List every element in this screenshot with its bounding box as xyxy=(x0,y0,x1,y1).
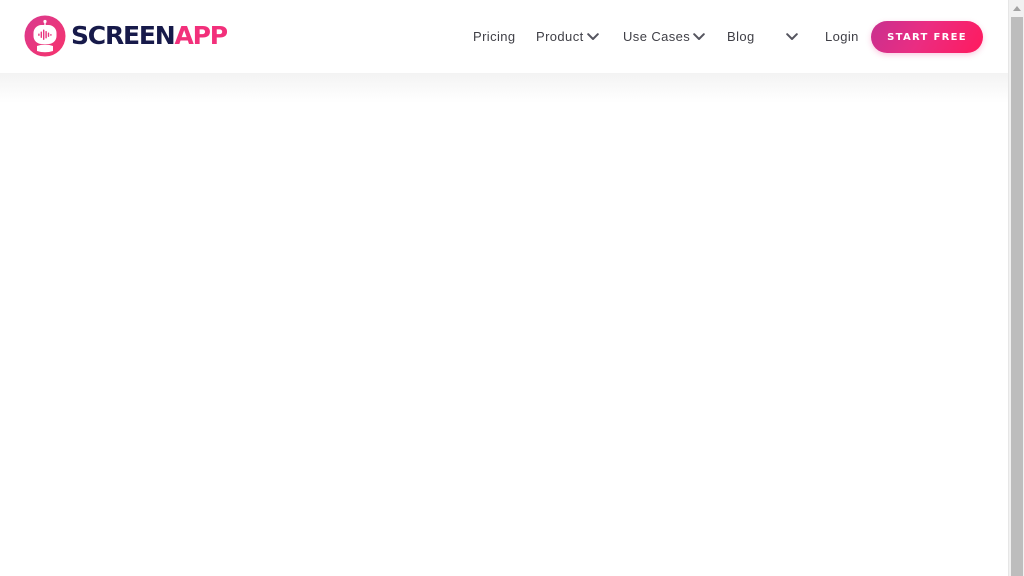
chevron-down-icon xyxy=(786,33,798,41)
vertical-scrollbar[interactable] xyxy=(1008,0,1024,576)
logo-link[interactable]: SCREENAPP xyxy=(24,15,228,57)
logo-word-screen: SCREEN xyxy=(71,21,176,50)
nav-use-cases-label: Use Cases xyxy=(623,29,691,44)
scroll-up-arrow-icon[interactable] xyxy=(1009,0,1024,16)
nav-use-cases[interactable]: Use Cases xyxy=(623,29,705,45)
nav-pricing-label: Pricing xyxy=(473,29,516,44)
logo-wordmark: SCREENAPP xyxy=(71,15,228,57)
nav-product-label: Product xyxy=(536,29,584,44)
nav-pricing[interactable]: Pricing xyxy=(473,29,516,45)
start-free-button[interactable]: START FREE xyxy=(871,21,983,53)
nav-blog-label: Blog xyxy=(727,29,755,44)
screenapp-robot-icon xyxy=(24,15,66,57)
nav-blog[interactable]: Blog xyxy=(727,29,755,45)
logo-word-app: APP xyxy=(174,21,228,50)
nav-login-label: Login xyxy=(825,29,859,44)
header-shadow xyxy=(0,73,1008,103)
site-header: SCREENAPP Pricing Product Use Cases Blog xyxy=(0,0,1008,73)
scrollbar-thumb[interactable] xyxy=(1011,17,1023,576)
page-viewport: SCREENAPP Pricing Product Use Cases Blog xyxy=(0,0,1008,576)
chevron-down-icon xyxy=(586,33,599,41)
chevron-down-icon xyxy=(693,33,705,41)
nav-more-dropdown[interactable] xyxy=(786,33,798,41)
nav-product[interactable]: Product xyxy=(536,29,599,45)
nav-login[interactable]: Login xyxy=(825,29,859,45)
